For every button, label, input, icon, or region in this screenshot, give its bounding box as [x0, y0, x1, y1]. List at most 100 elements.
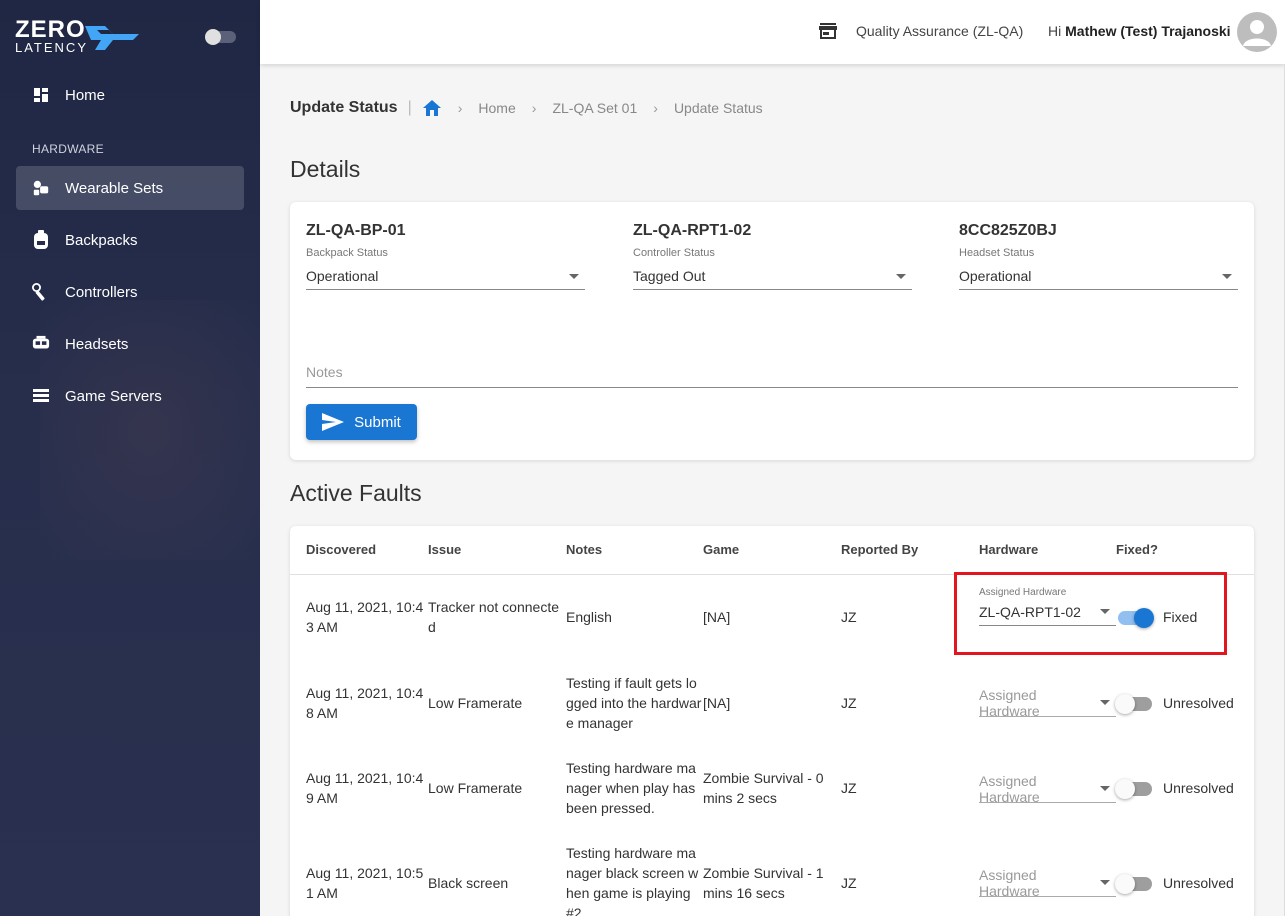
sidebar-item-controllers[interactable]: Controllers — [16, 270, 244, 314]
chevron-down-icon — [569, 273, 579, 279]
controller-status-field: ZL-QA-RPT1-02 Controller Status Tagged O… — [633, 222, 912, 290]
avatar[interactable] — [1237, 12, 1277, 52]
sidebar-item-game-servers[interactable]: Game Servers — [16, 374, 244, 418]
chevron-down-icon — [1222, 273, 1232, 279]
headset-icon — [32, 335, 50, 353]
assigned-hardware-select[interactable]: Assigned Hardware — [979, 866, 1116, 899]
backpack-status-select[interactable]: Operational — [306, 263, 585, 290]
chevron-down-icon — [1100, 700, 1110, 705]
cell-issue: Low Framerate — [428, 695, 523, 711]
breadcrumb-set[interactable]: ZL-QA Set 01 — [552, 100, 637, 116]
chevron-down-icon — [1100, 880, 1110, 885]
assigned-hardware-value-box[interactable]: Assigned Hardware — [979, 772, 1116, 805]
column-header-discovered[interactable]: Discovered — [306, 542, 376, 557]
cell-reported-by: JZ — [841, 609, 857, 625]
controller-icon — [32, 283, 50, 301]
sidebar-section-hardware: HARDWARE — [32, 142, 104, 156]
assigned-hardware-value-box[interactable]: Assigned Hardware — [979, 686, 1116, 719]
fixed-status: Unresolved — [1163, 780, 1234, 796]
logo-text-latency: LATENCY — [15, 40, 88, 55]
column-header-notes[interactable]: Notes — [566, 542, 602, 557]
chevron-right-icon: › — [653, 100, 658, 116]
sidebar-item-label: Home — [65, 86, 106, 104]
headset-status-label: Headset Status — [959, 247, 1035, 259]
breadcrumb-divider: | — [407, 99, 412, 116]
sidebar-item-label: Controllers — [65, 283, 138, 301]
cell-issue: Black screen — [428, 875, 509, 891]
backpack-status-value: Operational — [306, 268, 379, 284]
controller-status-label: Controller Status — [633, 247, 715, 259]
headset-status-select[interactable]: Operational — [959, 263, 1238, 290]
chevron-right-icon: › — [457, 100, 463, 116]
assigned-hardware-placeholder: Assigned Hardware — [979, 772, 1040, 805]
column-header-issue[interactable]: Issue — [428, 542, 461, 557]
sidebar-item-label: Backpacks — [65, 231, 138, 249]
breadcrumb-current: Update Status — [673, 100, 763, 116]
assigned-hardware-select[interactable]: Assigned Hardware — [979, 772, 1116, 805]
notes-field[interactable]: Notes — [306, 354, 1238, 388]
sidebar-item-home[interactable]: Home — [16, 73, 244, 117]
headset-status-value: Operational — [959, 268, 1032, 284]
fixed-toggle[interactable] — [1115, 694, 1152, 714]
backpack-status-label: Backpack Status — [306, 247, 388, 259]
highlight-box — [954, 572, 1227, 655]
breadcrumb-home[interactable]: Home — [478, 100, 515, 116]
column-header-hardware[interactable]: Hardware — [979, 542, 1038, 557]
dashboard-icon — [32, 86, 50, 104]
backpack-name: ZL-QA-BP-01 — [306, 222, 406, 239]
controller-name: ZL-QA-RPT1-02 — [633, 222, 752, 239]
user-greeting: Hi Mathew (Test) Trajanoski — [1048, 23, 1231, 39]
cell-reported-by: JZ — [841, 780, 857, 796]
chevron-down-icon — [896, 273, 906, 279]
cell-notes: English — [566, 609, 612, 625]
active-faults-heading: Active Faults — [290, 480, 422, 506]
assigned-hardware-select[interactable]: Assigned Hardware — [979, 686, 1116, 719]
fixed-toggle-knob — [1115, 874, 1135, 894]
assigned-hardware-placeholder: Assigned Hardware — [979, 866, 1040, 899]
backpack-status-field: ZL-QA-BP-01 Backpack Status Operational — [306, 222, 585, 290]
cell-issue: Tracker not connected — [428, 599, 559, 635]
column-header-game[interactable]: Game — [703, 542, 739, 557]
cell-game: Zombie Survival - 0 mins 2 secs — [703, 770, 824, 806]
cell-discovered: Aug 11, 2021, 10:51 AM — [306, 865, 424, 901]
headset-status-field: 8CC825Z0BJ Headset Status Operational — [959, 222, 1238, 290]
top-bar: Quality Assurance (ZL-QA) Hi Mathew (Tes… — [260, 0, 1285, 64]
fixed-status: Unresolved — [1163, 695, 1234, 711]
backpack-icon — [32, 230, 50, 249]
sidebar-item-backpacks[interactable]: Backpacks — [16, 218, 244, 262]
sidebar-item-label: Game Servers — [65, 387, 162, 405]
sidebar-item-wearable-sets[interactable]: Wearable Sets — [16, 166, 244, 210]
chevron-down-icon — [1100, 786, 1110, 791]
chevron-right-icon: › — [531, 100, 537, 116]
page-title: Update Status — [290, 99, 398, 116]
sidebar-item-headsets[interactable]: Headsets — [16, 322, 244, 366]
home-icon[interactable] — [422, 99, 442, 117]
fixed-status: Unresolved — [1163, 875, 1234, 891]
details-heading: Details — [290, 156, 361, 182]
cell-game: Zombie Survival - 1 mins 16 secs — [703, 865, 824, 901]
fixed-toggle[interactable] — [1115, 779, 1152, 799]
cell-issue: Low Framerate — [428, 780, 523, 796]
cell-notes: Testing if fault gets logged into the ha… — [566, 675, 702, 731]
theme-toggle[interactable] — [205, 29, 236, 45]
greeting-prefix: Hi — [1048, 23, 1062, 39]
assigned-hardware-value-box[interactable]: Assigned Hardware — [979, 866, 1116, 899]
store-icon — [819, 22, 837, 45]
sidebar-item-label: Headsets — [65, 335, 129, 353]
send-icon — [322, 413, 345, 431]
sidebar: ZERO LATENCY Home HARDWARE Wearable Sets… — [0, 0, 260, 916]
logo-plane-icon — [85, 26, 139, 50]
cell-notes: Testing hardware manager black screen wh… — [566, 845, 699, 916]
column-header-fixed[interactable]: Fixed? — [1116, 542, 1158, 557]
controller-status-select[interactable]: Tagged Out — [633, 263, 912, 290]
assigned-hardware-placeholder: Assigned Hardware — [979, 686, 1040, 719]
breadcrumb: Update Status | › Home › ZL-QA Set 01 › … — [290, 98, 763, 118]
organization-name[interactable]: Quality Assurance (ZL-QA) — [856, 23, 1023, 39]
submit-button[interactable]: Submit — [306, 404, 417, 440]
sidebar-item-label: Wearable Sets — [65, 179, 164, 197]
zero-latency-logo[interactable]: ZERO LATENCY — [15, 18, 140, 55]
fixed-toggle-knob — [1115, 779, 1135, 799]
fixed-toggle[interactable] — [1115, 874, 1152, 894]
user-avatar-icon — [1243, 20, 1271, 46]
column-header-reported-by[interactable]: Reported By — [841, 542, 918, 557]
